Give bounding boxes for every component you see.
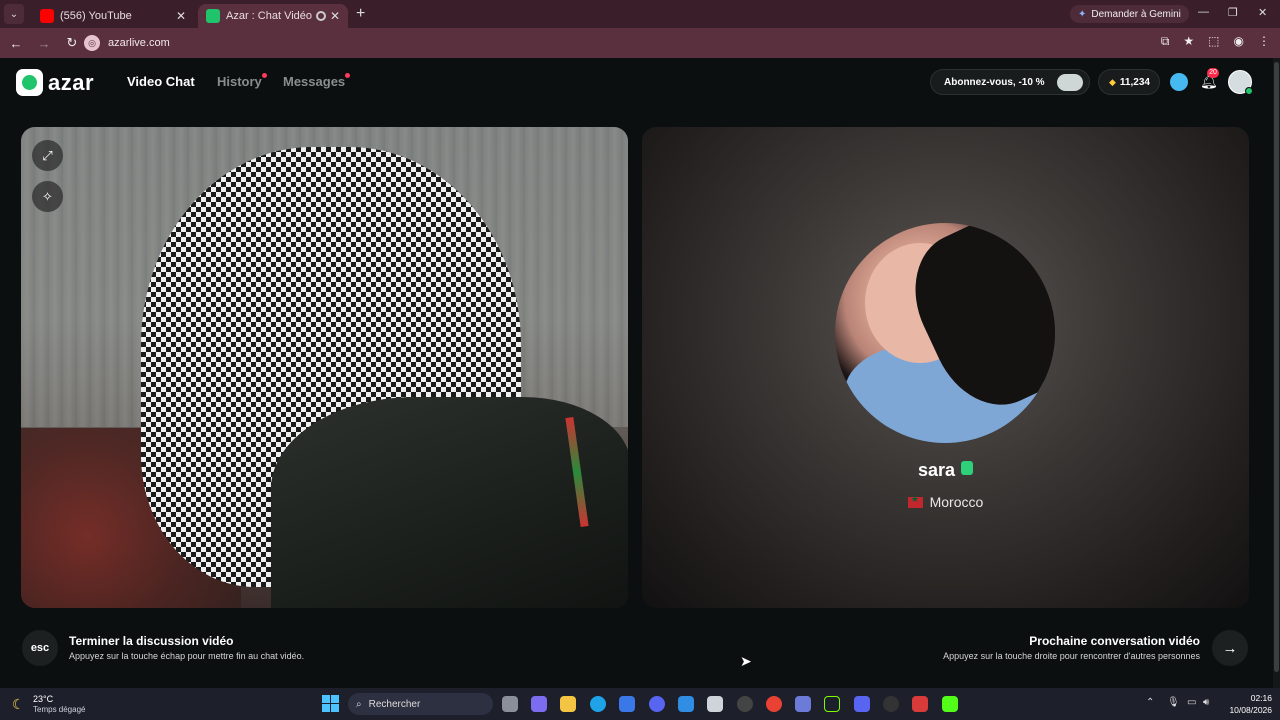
- weather-temperature[interactable]: 23°C: [33, 694, 53, 704]
- page-scrollbar[interactable]: [1273, 58, 1280, 688]
- app-red-icon[interactable]: [912, 696, 928, 712]
- azar-logo-icon: [16, 69, 43, 96]
- close-window-icon[interactable]: ✕: [1258, 6, 1267, 19]
- clock-time: 02:16: [1250, 693, 1272, 703]
- scrollbar-thumb[interactable]: [1274, 62, 1279, 672]
- tab-search-menu-button[interactable]: ⌄: [4, 4, 24, 24]
- taskbar-search[interactable]: ⌕ Rechercher: [348, 693, 493, 715]
- store-icon[interactable]: [619, 696, 635, 712]
- remote-country-row: Morocco: [642, 494, 1249, 510]
- weather-condition[interactable]: Temps dégagé: [33, 705, 85, 714]
- tab-title: (556) YouTube: [60, 10, 132, 22]
- mouse-cursor-icon: ➤: [740, 653, 752, 669]
- end-chat-title: Terminer la discussion vidéo: [69, 634, 234, 648]
- remote-profile-photo: [835, 223, 1055, 443]
- subscribe-button[interactable]: Abonnez-vous, -10 %: [930, 69, 1090, 95]
- microphone-icon[interactable]: 🎙︎: [1167, 697, 1180, 708]
- cloud-icon: [1057, 74, 1083, 91]
- steam-icon[interactable]: [883, 696, 899, 712]
- back-arrow-icon[interactable]: ←: [4, 36, 28, 51]
- next-chat-subtitle: Appuyez sur la touche droite pour rencon…: [943, 651, 1200, 661]
- volume-icon[interactable]: 🔊︎: [1203, 697, 1209, 708]
- windows-taskbar: ☾ 23°C Temps dégagé ⌕ Rechercher ⌃ 🎙︎ ▭ …: [0, 688, 1280, 720]
- local-video-panel: ⤢ ✧: [21, 127, 628, 608]
- restore-icon[interactable]: ❐: [1228, 6, 1238, 19]
- user-avatar[interactable]: [1228, 70, 1253, 95]
- logo-text: azar: [48, 69, 95, 95]
- minimize-icon[interactable]: —: [1198, 6, 1209, 18]
- remote-username: sara: [917, 460, 956, 480]
- discord-alt-icon[interactable]: [854, 696, 870, 712]
- address-bar[interactable]: ◎ azarlive.com: [80, 32, 1170, 54]
- online-status-dot: [1245, 87, 1253, 95]
- history-notification-dot: [262, 73, 267, 78]
- azar-logo[interactable]: azar: [16, 69, 94, 96]
- chrome-icon[interactable]: [766, 696, 782, 712]
- tab-youtube[interactable]: (556) YouTube ✕: [32, 4, 194, 28]
- end-chat-subtitle: Appuyez sur la touche échap pour mettre …: [69, 651, 305, 661]
- bookmark-star-icon[interactable]: ★: [1183, 34, 1194, 49]
- search-placeholder: Rechercher: [368, 698, 421, 710]
- youtube-icon: [40, 9, 54, 23]
- next-chat-title: Prochaine conversation vidéo: [1029, 634, 1200, 648]
- tab-title: Azar : Chat Vidéo avec de n: [226, 10, 312, 22]
- close-tab-icon[interactable]: ✕: [176, 9, 186, 23]
- azar-favicon-icon: [206, 9, 220, 23]
- new-tab-button[interactable]: +: [356, 5, 365, 23]
- mail-icon[interactable]: [678, 696, 694, 712]
- nav-messages[interactable]: Messages: [283, 74, 345, 89]
- notification-badge: 20: [1207, 68, 1219, 78]
- nav-video-chat[interactable]: Video Chat: [127, 74, 195, 89]
- recording-icon: [315, 11, 326, 21]
- network-icon[interactable]: ▭: [1187, 697, 1196, 708]
- remote-country: Morocco: [929, 494, 984, 510]
- search-icon: ⌕: [356, 698, 362, 710]
- obs-icon[interactable]: [737, 696, 753, 712]
- copilot-icon[interactable]: [531, 696, 547, 712]
- magic-wand-icon[interactable]: ✧: [32, 181, 63, 212]
- verified-badge-icon: [961, 461, 974, 475]
- browser-tab-bar: ⌄ (556) YouTube ✕ Azar : Chat Vidéo avec…: [0, 0, 1280, 28]
- clock-date: 10/08/2026: [1229, 705, 1272, 715]
- kick-icon[interactable]: [942, 696, 958, 712]
- messages-notification-dot: [345, 73, 350, 78]
- site-info-icon[interactable]: ◎: [84, 35, 100, 51]
- browser-toolbar: ← → ↻ ◎ azarlive.com ⧉ ★ ⬚ ◉ ⋮: [0, 28, 1280, 58]
- close-tab-icon[interactable]: ✕: [330, 9, 340, 23]
- gemini-label: Demander à Gemini: [1091, 8, 1181, 20]
- subscribe-label: Abonnez-vous, -10 %: [944, 76, 1045, 88]
- profile-icon[interactable]: ◉: [1234, 34, 1244, 49]
- gem-icon: ◆: [1109, 76, 1116, 87]
- browser-menu-icon[interactable]: ⋮: [1258, 34, 1270, 49]
- system-clock[interactable]: 02:16 10/08/2026: [1222, 692, 1272, 716]
- file-explorer-icon[interactable]: [560, 696, 576, 712]
- next-chat-arrow-button[interactable]: →: [1212, 630, 1248, 666]
- tray-chevron-icon[interactable]: ⌃: [1146, 697, 1154, 708]
- expand-icon[interactable]: ⤢: [32, 140, 63, 171]
- nvidia-app-icon[interactable]: [824, 696, 840, 712]
- cast-icon[interactable]: ⧉: [1161, 34, 1170, 49]
- moon-weather-icon[interactable]: ☾: [12, 696, 25, 713]
- app-header: azar Video Chat History Messages Abonnez…: [0, 58, 1280, 108]
- gems-balance-button[interactable]: ◆ 11,234: [1098, 69, 1160, 95]
- discord-icon[interactable]: [649, 696, 665, 712]
- task-view-icon[interactable]: [502, 696, 518, 712]
- remote-video-panel: sara Morocco: [642, 127, 1249, 608]
- morocco-flag-icon: [907, 494, 923, 508]
- tab-azar[interactable]: Azar : Chat Vidéo avec de n ✕: [198, 4, 348, 28]
- forward-arrow-icon[interactable]: →: [32, 36, 56, 51]
- extensions-icon[interactable]: ⬚: [1208, 34, 1219, 49]
- gemini-button[interactable]: ✦ Demander à Gemini: [1070, 5, 1189, 23]
- end-chat-button[interactable]: esc: [22, 630, 58, 666]
- nav-history[interactable]: History: [217, 74, 262, 89]
- folder-icon[interactable]: [707, 696, 723, 712]
- remote-username-row: sara: [642, 460, 1249, 481]
- gems-count: 11,234: [1119, 76, 1150, 88]
- edge-icon[interactable]: [590, 696, 606, 712]
- gamepad-icon[interactable]: [795, 696, 811, 712]
- windows-start-icon[interactable]: [322, 695, 339, 712]
- gemini-sparkle-icon: ✦: [1078, 8, 1087, 20]
- chat-bubble-icon[interactable]: [1170, 73, 1188, 91]
- url-text: azarlive.com: [108, 37, 170, 49]
